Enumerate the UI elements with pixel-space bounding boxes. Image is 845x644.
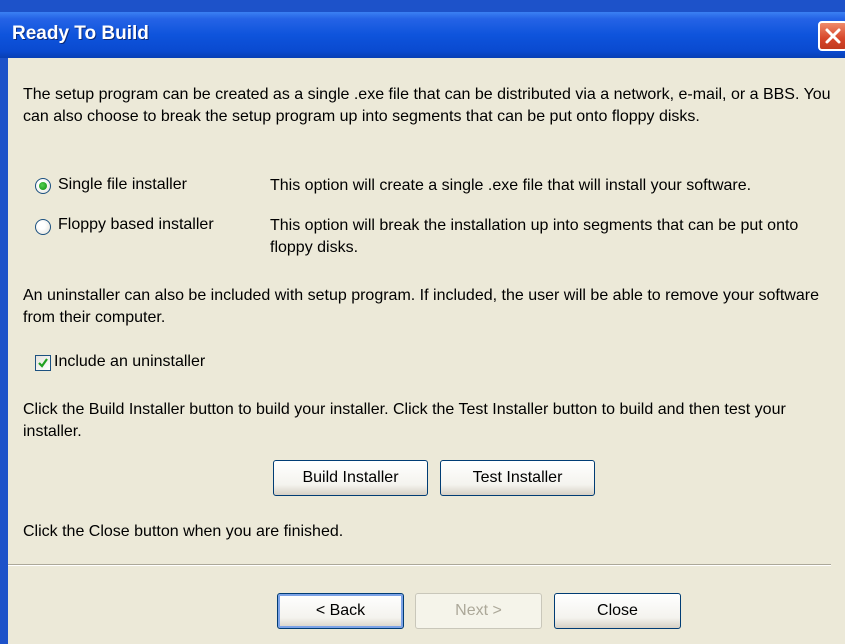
include-uninstaller-label[interactable]: Include an uninstaller — [54, 353, 205, 371]
floppy-label[interactable]: Floppy based installer — [58, 216, 214, 234]
floppy-radio[interactable] — [35, 219, 51, 235]
uninstaller-text: An uninstaller can also be included with… — [23, 287, 819, 326]
dialog-body: The setup program can be created as a si… — [8, 58, 845, 644]
back-button[interactable]: < Back — [277, 593, 404, 629]
close-button[interactable]: Close — [554, 593, 681, 629]
build-text: Click the Build Installer button to buil… — [23, 401, 786, 440]
close-x-icon — [825, 28, 841, 44]
single-file-radio[interactable] — [35, 178, 51, 194]
title-bar[interactable]: Ready To Build — [0, 12, 845, 58]
dialog-window: Ready To Build The setup program can be … — [0, 0, 845, 644]
intro-text: The setup program can be created as a si… — [23, 86, 831, 125]
separator — [8, 564, 831, 566]
floppy-description: This option will break the installation … — [270, 217, 799, 256]
single-file-description: This option will create a single .exe fi… — [270, 177, 752, 194]
close-instruction-text: Click the Close button when you are fini… — [23, 523, 344, 540]
single-file-label[interactable]: Single file installer — [58, 176, 187, 194]
radio-selected-icon — [39, 182, 47, 190]
build-installer-button[interactable]: Build Installer — [273, 460, 428, 496]
window-title: Ready To Build — [12, 23, 149, 44]
test-installer-button[interactable]: Test Installer — [440, 460, 595, 496]
include-uninstaller-checkbox[interactable] — [35, 355, 51, 371]
next-button[interactable]: Next > — [415, 593, 542, 629]
checkmark-icon — [38, 358, 48, 368]
close-window-button[interactable] — [818, 21, 845, 51]
